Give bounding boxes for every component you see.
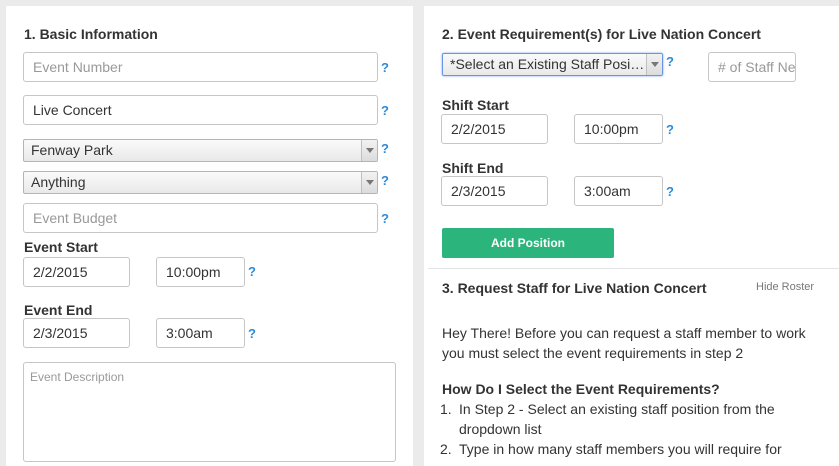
- step-number: 2.: [440, 441, 452, 457]
- shift-end-time-input[interactable]: 3:00am: [574, 176, 663, 206]
- chevron-down-icon: [361, 172, 377, 193]
- chevron-down-icon: [646, 54, 662, 75]
- event-start-label: Event Start: [24, 239, 98, 255]
- event-description-textarea[interactable]: Event Description: [23, 362, 396, 462]
- shift-start-label: Shift Start: [442, 97, 509, 113]
- shift-end-help-icon[interactable]: ?: [666, 184, 674, 199]
- request-intro-text: Hey There! Before you can request a staf…: [442, 325, 806, 361]
- section-divider: [428, 268, 839, 269]
- staff-position-select[interactable]: *Select an Existing Staff Posi…: [442, 53, 663, 76]
- shift-start-help-icon[interactable]: ?: [666, 122, 674, 137]
- hide-roster-link[interactable]: Hide Roster: [756, 281, 814, 293]
- event-name-input[interactable]: Live Concert: [23, 95, 378, 125]
- step-text: In Step 2 - Select an existing staff pos…: [459, 401, 775, 437]
- request-staff-title: 3. Request Staff for Live Nation Concert: [442, 280, 707, 296]
- staff-position-help-icon[interactable]: ?: [666, 54, 674, 69]
- how-to-steps-list: 1. In Step 2 - Select an existing staff …: [424, 399, 824, 459]
- event-start-time-input[interactable]: 10:00pm: [156, 257, 245, 287]
- event-start-date-input[interactable]: 2/2/2015: [23, 257, 130, 287]
- list-item: 2. Type in how many staff members you wi…: [424, 439, 824, 459]
- event-requirements-title: 2. Event Requirement(s) for Live Nation …: [442, 26, 761, 42]
- event-number-help-icon[interactable]: ?: [381, 60, 389, 75]
- list-item: 1. In Step 2 - Select an existing staff …: [424, 399, 824, 439]
- event-type-help-icon[interactable]: ?: [381, 173, 389, 188]
- basic-information-title: 1. Basic Information: [24, 26, 158, 42]
- chevron-down-icon: [361, 140, 377, 161]
- step-number: 1.: [440, 401, 452, 417]
- event-end-help-icon[interactable]: ?: [248, 326, 256, 341]
- event-end-label: Event End: [24, 302, 93, 318]
- event-end-time-input[interactable]: 3:00am: [156, 318, 245, 348]
- basic-information-panel: 1. Basic Information Event Number ? Live…: [6, 6, 413, 466]
- event-budget-help-icon[interactable]: ?: [381, 211, 389, 226]
- event-type-select[interactable]: Anything: [23, 171, 378, 194]
- staff-count-input[interactable]: # of Staff Needed: [708, 52, 796, 82]
- shift-start-date-input[interactable]: 2/2/2015: [441, 114, 548, 144]
- event-type-select-value: Anything: [31, 174, 86, 190]
- event-number-input[interactable]: Event Number: [23, 52, 378, 82]
- venue-select-value: Fenway Park: [31, 142, 113, 158]
- how-to-heading: How Do I Select the Event Requirements?: [442, 381, 720, 397]
- shift-end-label: Shift End: [442, 160, 504, 176]
- event-name-help-icon[interactable]: ?: [381, 103, 389, 118]
- event-requirements-panel: 2. Event Requirement(s) for Live Nation …: [424, 6, 839, 466]
- shift-start-time-input[interactable]: 10:00pm: [574, 114, 663, 144]
- event-budget-input[interactable]: Event Budget: [23, 203, 378, 233]
- venue-help-icon[interactable]: ?: [381, 141, 389, 156]
- event-end-date-input[interactable]: 2/3/2015: [23, 318, 130, 348]
- shift-end-date-input[interactable]: 2/3/2015: [441, 176, 548, 206]
- venue-select[interactable]: Fenway Park: [23, 139, 378, 162]
- step-text: Type in how many staff members you will …: [459, 441, 782, 457]
- event-start-help-icon[interactable]: ?: [248, 264, 256, 279]
- staff-position-select-value: *Select an Existing Staff Posi…: [450, 56, 645, 72]
- add-position-button[interactable]: Add Position: [442, 228, 614, 258]
